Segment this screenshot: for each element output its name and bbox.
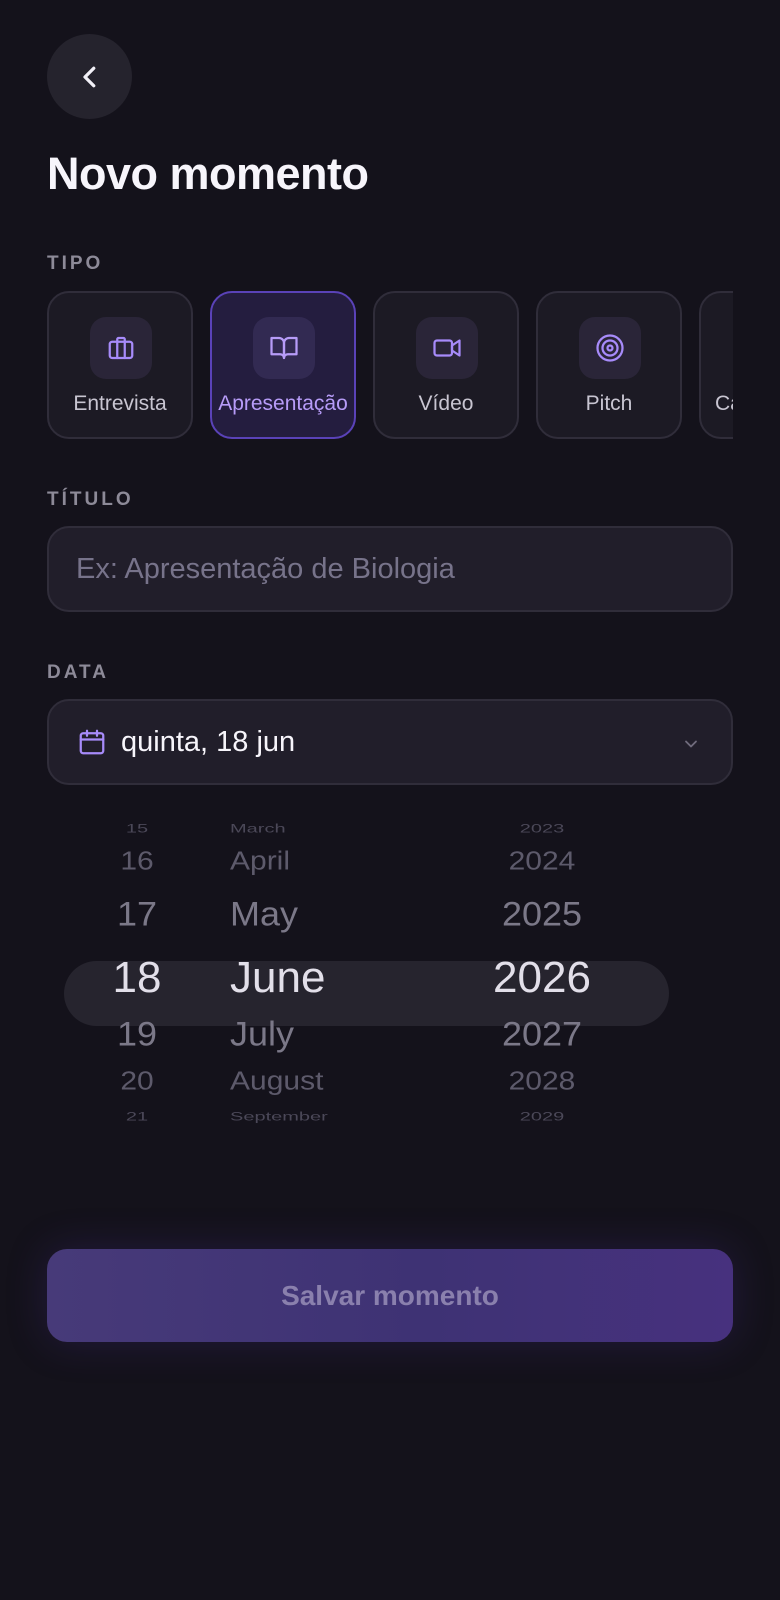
picker-month[interactable]: September — [230, 1111, 328, 1123]
back-button[interactable] — [47, 34, 132, 119]
picker-year[interactable]: 2024 — [509, 849, 576, 875]
picker-month[interactable]: May — [230, 896, 298, 932]
book-open-icon — [253, 317, 315, 379]
chevron-down-icon — [685, 740, 697, 748]
date-wheel-picker[interactable]: 15 16 17 18 19 20 21 March April May June July Augus… — [47, 815, 733, 1165]
type-selector: Entrevista Apresentação Vídeo Pitch Ca — [47, 291, 733, 441]
chevron-left-icon — [82, 66, 95, 87]
date-value: quinta, 18 jun — [121, 725, 296, 758]
type-option-label: Vídeo — [418, 392, 474, 415]
picker-day[interactable]: 20 — [120, 1069, 153, 1095]
picker-year[interactable]: 2023 — [520, 823, 565, 835]
picker-month[interactable]: June — [230, 956, 325, 1000]
picker-year[interactable]: 2026 — [493, 956, 591, 1000]
calendar-icon — [79, 729, 105, 755]
type-option-pitch[interactable]: Pitch — [536, 291, 682, 439]
target-icon — [579, 317, 641, 379]
type-option-label: Pitch — [585, 392, 633, 415]
picker-day[interactable]: 17 — [117, 896, 157, 932]
type-option-label: Entrevista — [73, 392, 167, 415]
tipo-label: TIPO — [47, 253, 104, 274]
picker-year[interactable]: 2029 — [520, 1111, 565, 1123]
type-option-label: Apresentação — [218, 392, 348, 415]
briefcase-icon — [90, 317, 152, 379]
type-option-video[interactable]: Vídeo — [373, 291, 519, 439]
type-option-apresentacao[interactable]: Apresentação — [210, 291, 356, 439]
type-option-entrevista[interactable]: Entrevista — [47, 291, 193, 439]
titulo-label: TÍTULO — [47, 489, 134, 510]
picker-month[interactable]: July — [230, 1016, 294, 1052]
picker-day[interactable]: 21 — [126, 1111, 148, 1123]
picker-month[interactable]: August — [230, 1069, 323, 1095]
save-button[interactable]: Salvar momento — [47, 1249, 733, 1342]
page-title: Novo momento — [47, 148, 369, 199]
type-option-partial[interactable]: Ca — [699, 291, 733, 439]
picker-day[interactable]: 18 — [113, 956, 162, 1000]
picker-year[interactable]: 2027 — [502, 1016, 582, 1052]
video-camera-icon — [416, 317, 478, 379]
picker-year[interactable]: 2025 — [502, 896, 582, 932]
date-select[interactable]: quinta, 18 jun — [47, 699, 733, 785]
picker-month[interactable]: April — [230, 849, 290, 875]
type-option-label: Ca — [715, 392, 733, 415]
title-input[interactable] — [47, 526, 733, 612]
picker-day[interactable]: 15 — [126, 823, 148, 835]
picker-day[interactable]: 16 — [120, 849, 153, 875]
picker-day[interactable]: 19 — [117, 1016, 157, 1052]
picker-year[interactable]: 2028 — [509, 1069, 576, 1095]
picker-month[interactable]: March — [230, 823, 286, 835]
data-label: DATA — [47, 662, 109, 683]
